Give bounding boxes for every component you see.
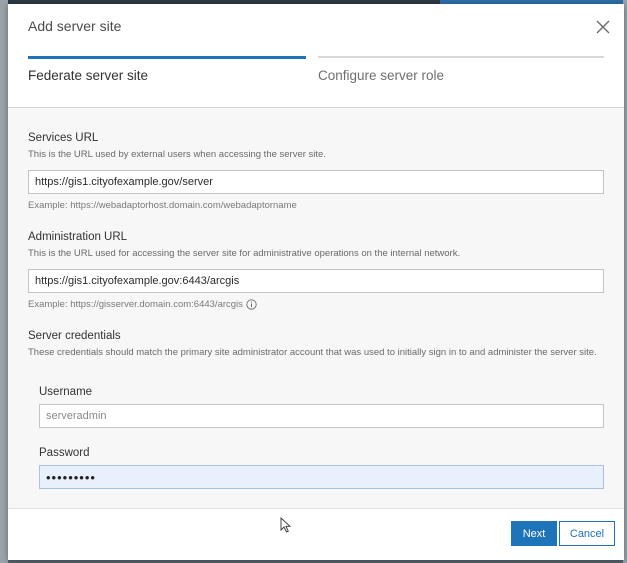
admin-url-description: This is the URL used for accessing the s…	[28, 248, 461, 259]
step-active-indicator	[28, 56, 306, 59]
next-button[interactable]: Next	[511, 521, 557, 546]
password-label: Password	[39, 447, 90, 459]
services-url-description: This is the URL used by external users w…	[28, 149, 326, 160]
step-label: Configure server role	[318, 68, 445, 83]
admin-url-input[interactable]: https://gis1.cityofexample.gov:6443/arcg…	[28, 269, 604, 293]
step-inactive-indicator	[318, 56, 604, 58]
services-url-example: Example: https://webadaptorhost.domain.c…	[28, 200, 297, 211]
close-icon	[596, 20, 610, 34]
step-configure-server-role[interactable]: Configure server role	[318, 56, 604, 96]
dialog-body: Services URL This is the URL used by ext…	[8, 108, 624, 508]
server-credentials-label: Server credentials	[28, 330, 121, 342]
close-button[interactable]	[594, 18, 612, 36]
admin-url-example-text: Example: https://gisserver.domain.com:64…	[28, 299, 243, 310]
add-server-site-dialog: Add server site Federate server site Con…	[8, 4, 624, 560]
dialog-header: Add server site Federate server site Con…	[8, 4, 624, 108]
admin-url-label: Administration URL	[28, 231, 128, 243]
username-input[interactable]: serveradmin	[39, 404, 604, 428]
cancel-button[interactable]: Cancel	[559, 521, 615, 546]
admin-url-example: Example: https://gisserver.domain.com:64…	[28, 299, 257, 310]
step-label: Federate server site	[28, 68, 149, 83]
services-url-input[interactable]: https://gis1.cityofexample.gov/server	[28, 170, 604, 194]
info-icon[interactable]	[246, 299, 257, 310]
step-federate-server-site[interactable]: Federate server site	[28, 56, 306, 96]
dialog-title: Add server site	[28, 18, 122, 34]
dialog-footer: Next Cancel	[8, 508, 624, 560]
username-label: Username	[39, 386, 93, 398]
password-input[interactable]: •••••••••	[39, 465, 604, 489]
server-credentials-description: These credentials should match the prima…	[28, 347, 597, 358]
mouse-cursor-icon	[280, 517, 292, 533]
background-overlay-left	[0, 0, 8, 563]
services-url-label: Services URL	[28, 132, 99, 144]
